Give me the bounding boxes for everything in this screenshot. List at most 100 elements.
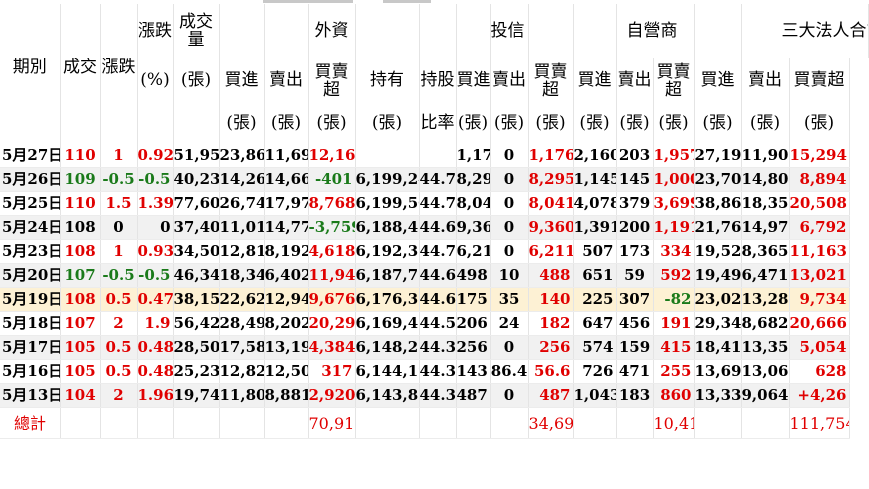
spreadsheet: 漲跌 成交 量 外資 投信 自營商 三大法人合計 期別 成交 漲跌 (%) [0,0,869,489]
cell-an: 6,792 [789,215,850,240]
cell-fb: 18,343 [219,263,265,288]
header-total3: 三大法人合計 [741,4,869,58]
header-all-buy: 買進 [694,58,742,103]
cell-ds: 456 [616,311,654,336]
cell-tn: 256 [528,335,574,360]
cell-ab: 38,863 [694,191,742,216]
unit-label: (張) [616,103,654,144]
cell-fn: 2,920 [308,383,356,408]
cell-ratio [419,144,457,168]
table-row: 5月13日10421.9619,74911,8018,8812,9206,143… [0,383,869,408]
cell-fs: 11,699 [264,144,309,168]
cell-fs: 6,402 [264,263,309,288]
total-empty-cell [694,407,742,439]
cell-ab: 23,703 [694,167,742,192]
cell-tb: 143 [456,359,491,384]
cell-chg: 0.5 [100,335,138,360]
cell-fn: 9,676 [308,287,356,312]
cell-tb: 206 [456,311,491,336]
header-foreign: 外資 [308,4,356,58]
cell-fb: 11,018 [219,215,265,240]
cell-ratio: 44.6 [419,215,457,240]
cell-db: 4,078 [573,191,617,216]
cell-fb: 22,621 [219,287,265,312]
cell-db: 574 [573,335,617,360]
total-empty-cell [456,407,491,439]
total-empty-cell [419,407,457,439]
cell-ds: 159 [616,335,654,360]
cell-date: 5月24日 [0,215,61,240]
cell-date: 5月23日 [0,239,61,264]
cell-hold: 6,169,461 [355,311,420,336]
cell-as: 13,286 [741,287,790,312]
cell-db: 225 [573,287,617,312]
cell-ds: 203 [616,144,654,168]
cell-fs: 14,664 [264,167,309,192]
table-row: 5月24日1080037,40911,01814,777-3,7596,188,… [0,215,869,240]
cell-ratio: 44.7 [419,239,457,264]
cell-ts: 0 [490,144,529,168]
total-empty-cell [741,407,790,439]
selection-mark [263,0,353,3]
cell-hold: 6,187,728 [355,263,420,288]
cell-fs: 13,197 [264,335,309,360]
cell-pct: 0 [137,215,174,240]
cell-pct: 0.47 [137,287,174,312]
cell-ab: 13,331 [694,383,742,408]
cell-close: 110 [60,191,101,216]
unit-label: (張) [694,103,742,144]
cell-fs: 8,202 [264,311,309,336]
cell-fb: 28,495 [219,311,265,336]
cell-pct: 0.93 [137,239,174,264]
cell-ds: 307 [616,287,654,312]
cell-ts: 24 [490,311,529,336]
header-foreign-sell: 賣出 [264,58,309,103]
cell-date: 5月19日 [0,287,61,312]
header-all-sell: 賣出 [741,58,790,103]
cell-ab: 19,529 [694,239,742,264]
cell-ds: 59 [616,263,654,288]
cell-ts: 0 [490,215,529,240]
cell-as: 13,065 [741,359,790,384]
cell-fs: 12,944 [264,287,309,312]
cell-tb: 8,041 [456,191,491,216]
cell-vol: 28,505 [173,335,220,360]
cell-chg: 2 [100,311,138,336]
cell-date: 5月26日 [0,167,61,192]
cell-an: 8,894 [789,167,850,192]
cell-pct: 1.96 [137,383,174,408]
header-ratio: 比率 [419,103,457,144]
cell-tb: 8,295 [456,167,491,192]
cell-fn: 4,384 [308,335,356,360]
cell-dn: 1,191 [653,215,695,240]
cell-ds: 183 [616,383,654,408]
header-trust-sell: 賣出 [490,58,529,103]
cell-vol: 34,504 [173,239,220,264]
cell-hold: 6,199,244 [355,167,420,192]
cell-ab: 19,492 [694,263,742,288]
cell-dn: 1,000 [653,167,695,192]
cell-fb: 11,801 [219,383,265,408]
total-value: 111,754 [789,407,850,439]
cell-ab: 21,769 [694,215,742,240]
cell-fs: 8,881 [264,383,309,408]
cell-hold: 6,188,421 [355,215,420,240]
cell-ts: 86.4 [490,359,529,384]
cell-chg: -0.5 [100,167,138,192]
cell-ds: 379 [616,191,654,216]
cell-ab: 29,348 [694,311,742,336]
cell-vol: 38,150 [173,287,220,312]
cell-pct: 1.39 [137,191,174,216]
cell-tn: 56.6 [528,359,574,384]
cell-vol: 37,409 [173,215,220,240]
cell-dn: 860 [653,383,695,408]
header-close: 成交 [60,58,101,103]
total-empty-cell [264,407,309,439]
header-row-3: (張) (張) (張) (張) 比率 (張) (張) (張) (張) (張) (… [0,103,869,144]
cell-dn: 191 [653,311,695,336]
cell-pct: 0.92 [137,144,174,168]
cell-chg: 1 [100,239,138,264]
total-empty-cell [219,407,265,439]
cell-an: 5,054 [789,335,850,360]
header-volume-top: 成交 量 [179,12,213,50]
